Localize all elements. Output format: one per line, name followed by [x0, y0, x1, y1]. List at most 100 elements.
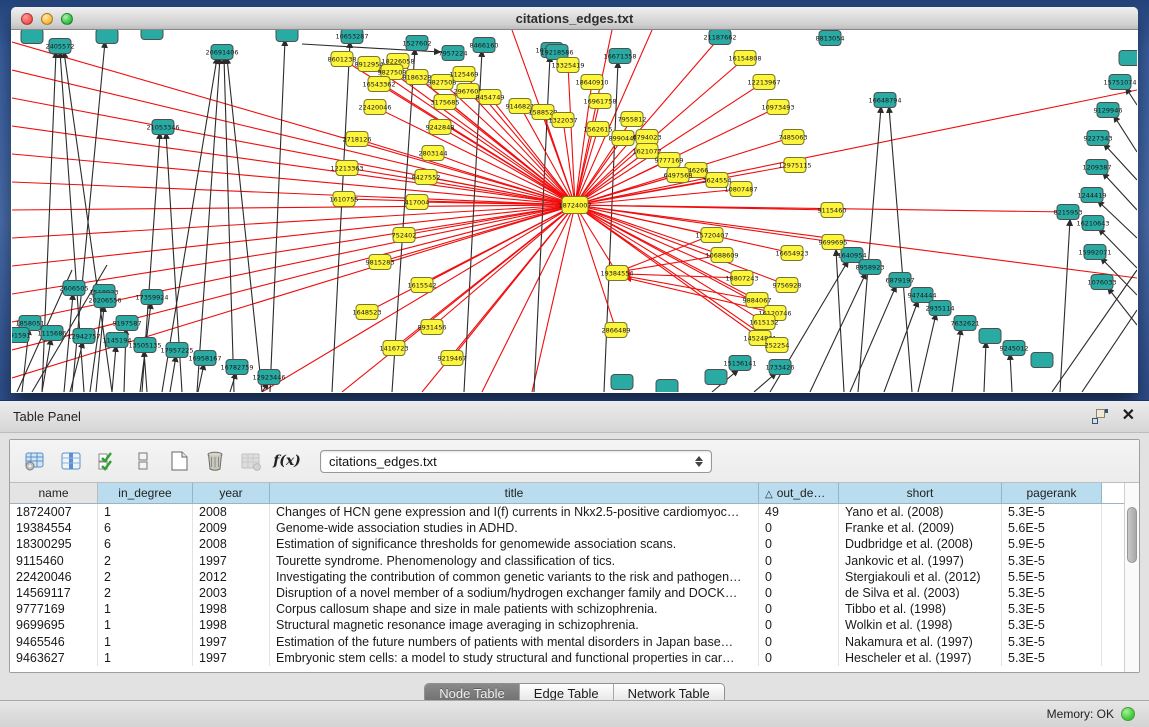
- cell-short[interactable]: Nakamura et al. (1997): [839, 634, 1002, 650]
- cell-name[interactable]: 14569117: [10, 585, 98, 601]
- graph-node[interactable]: [1119, 51, 1137, 66]
- column-header-pagerank[interactable]: pagerank: [1002, 483, 1102, 503]
- cell-short[interactable]: de Silva et al. (2003): [839, 585, 1002, 601]
- cell-short[interactable]: Franke et al. (2009): [839, 520, 1002, 536]
- cell-in_degree[interactable]: 2: [98, 585, 193, 601]
- cell-title[interactable]: Tourette syndrome. Phenomenology and cla…: [270, 553, 759, 569]
- cell-short[interactable]: Dudbridge et al. (2008): [839, 536, 1002, 552]
- graph-node[interactable]: [656, 380, 678, 393]
- delete-icon[interactable]: [200, 446, 230, 476]
- table-row[interactable]: 969969511998Structural magnetic resonanc…: [10, 617, 1124, 633]
- cell-short[interactable]: Hescheler et al. (1997): [839, 650, 1002, 666]
- table-row[interactable]: 1830029562008Estimation of significance …: [10, 536, 1124, 552]
- cell-year[interactable]: 1998: [193, 601, 270, 617]
- cell-name[interactable]: 9463627: [10, 650, 98, 666]
- cell-short[interactable]: Tibbo et al. (1998): [839, 601, 1002, 617]
- cell-title[interactable]: Disruption of a novel member of a sodium…: [270, 585, 759, 601]
- cell-pagerank[interactable]: 5.3E-5: [1002, 650, 1102, 666]
- cell-year[interactable]: 1997: [193, 553, 270, 569]
- table-row[interactable]: 911546021997Tourette syndrome. Phenomeno…: [10, 553, 1124, 569]
- cell-pagerank[interactable]: 5.3E-5: [1002, 601, 1102, 617]
- cell-name[interactable]: 9777169: [10, 601, 98, 617]
- column-header-in_degree[interactable]: in_degree: [98, 483, 193, 503]
- new-column-icon[interactable]: [164, 446, 194, 476]
- column-header-title[interactable]: title: [270, 483, 759, 503]
- cell-in_degree[interactable]: 6: [98, 536, 193, 552]
- graph-node[interactable]: [276, 30, 298, 42]
- cell-in_degree[interactable]: 6: [98, 520, 193, 536]
- table-row[interactable]: 977716911998Corpus callosum shape and si…: [10, 601, 1124, 617]
- cell-pagerank[interactable]: 5.5E-5: [1002, 569, 1102, 585]
- cell-title[interactable]: Embryonic stem cells: a model to study s…: [270, 650, 759, 666]
- graph-node[interactable]: [611, 375, 633, 390]
- table-row[interactable]: 946554611997Estimation of the future num…: [10, 634, 1124, 650]
- graph-node[interactable]: [705, 370, 727, 385]
- cell-in_degree[interactable]: 1: [98, 504, 193, 520]
- cell-out_de[interactable]: 0: [759, 585, 839, 601]
- cell-title[interactable]: Genome-wide association studies in ADHD.: [270, 520, 759, 536]
- cell-year[interactable]: 2009: [193, 520, 270, 536]
- cell-pagerank[interactable]: 5.9E-5: [1002, 536, 1102, 552]
- cell-pagerank[interactable]: 5.3E-5: [1002, 504, 1102, 520]
- cell-year[interactable]: 2012: [193, 569, 270, 585]
- cell-in_degree[interactable]: 2: [98, 569, 193, 585]
- cell-out_de[interactable]: 0: [759, 553, 839, 569]
- cell-out_de[interactable]: 0: [759, 520, 839, 536]
- cell-in_degree[interactable]: 1: [98, 601, 193, 617]
- select-rows-icon[interactable]: [92, 446, 122, 476]
- cell-name[interactable]: 22420046: [10, 569, 98, 585]
- cell-in_degree[interactable]: 1: [98, 650, 193, 666]
- network-view[interactable]: 2405572206914061065328715276028466160107…: [12, 30, 1137, 392]
- scrollbar-thumb[interactable]: [1127, 507, 1137, 563]
- column-header-name[interactable]: name: [10, 483, 98, 503]
- cell-pagerank[interactable]: 5.3E-5: [1002, 634, 1102, 650]
- graph-node[interactable]: [141, 30, 163, 40]
- table-row[interactable]: 946362711997Embryonic stem cells: a mode…: [10, 650, 1124, 666]
- cell-title[interactable]: Corpus callosum shape and size in male p…: [270, 601, 759, 617]
- cell-out_de[interactable]: 0: [759, 601, 839, 617]
- cell-out_de[interactable]: 49: [759, 504, 839, 520]
- cell-pagerank[interactable]: 5.6E-5: [1002, 520, 1102, 536]
- graph-node[interactable]: [1031, 353, 1053, 368]
- cell-title[interactable]: Structural magnetic resonance image aver…: [270, 617, 759, 633]
- close-panel-icon[interactable]: ✕: [1122, 408, 1135, 424]
- show-column-icon[interactable]: [56, 446, 86, 476]
- cell-name[interactable]: 18724007: [10, 504, 98, 520]
- cell-year[interactable]: 1998: [193, 617, 270, 633]
- column-header-year[interactable]: year: [193, 483, 270, 503]
- table-row[interactable]: 1872400712008Changes of HCN gene express…: [10, 504, 1124, 520]
- table-selector-dropdown[interactable]: citations_edges.txt: [320, 450, 712, 473]
- graph-node[interactable]: [979, 329, 1001, 344]
- node-table-grid[interactable]: namein_degreeyeartitle△out_de…shortpager…: [10, 483, 1124, 672]
- cell-year[interactable]: 1997: [193, 650, 270, 666]
- cell-short[interactable]: Yano et al. (2008): [839, 504, 1002, 520]
- graph-node[interactable]: [21, 30, 43, 44]
- cell-year[interactable]: 2003: [193, 585, 270, 601]
- cell-name[interactable]: 9115460: [10, 553, 98, 569]
- cell-name[interactable]: 19384554: [10, 520, 98, 536]
- cell-title[interactable]: Estimation of significance thresholds fo…: [270, 536, 759, 552]
- graph-node[interactable]: [96, 30, 118, 44]
- column-header-short[interactable]: short: [839, 483, 1002, 503]
- function-builder-icon[interactable]: f(x): [272, 446, 302, 476]
- cell-pagerank[interactable]: 5.3E-5: [1002, 553, 1102, 569]
- table-row[interactable]: 1938455462009Genome-wide association stu…: [10, 520, 1124, 536]
- cell-short[interactable]: Wolkin et al. (1998): [839, 617, 1002, 633]
- table-settings-icon[interactable]: [20, 446, 50, 476]
- table-row[interactable]: 1456911722003Disruption of a novel membe…: [10, 585, 1124, 601]
- cell-pagerank[interactable]: 5.3E-5: [1002, 585, 1102, 601]
- import-table-icon[interactable]: [236, 446, 266, 476]
- cell-title[interactable]: Changes of HCN gene expression and I(f) …: [270, 504, 759, 520]
- cell-pagerank[interactable]: 5.3E-5: [1002, 617, 1102, 633]
- cell-in_degree[interactable]: 1: [98, 634, 193, 650]
- rows-icon[interactable]: [128, 446, 158, 476]
- cell-name[interactable]: 9465546: [10, 634, 98, 650]
- window-titlebar[interactable]: citations_edges.txt: [11, 7, 1138, 30]
- cell-in_degree[interactable]: 2: [98, 553, 193, 569]
- vertical-scrollbar[interactable]: [1124, 483, 1139, 672]
- cell-in_degree[interactable]: 1: [98, 617, 193, 633]
- cell-year[interactable]: 2008: [193, 536, 270, 552]
- cell-out_de[interactable]: 0: [759, 617, 839, 633]
- cell-name[interactable]: 9699695: [10, 617, 98, 633]
- cell-out_de[interactable]: 0: [759, 569, 839, 585]
